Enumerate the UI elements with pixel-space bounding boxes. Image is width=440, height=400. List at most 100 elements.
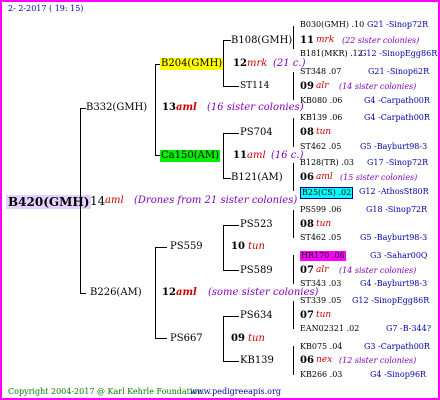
gen4-origin: G21 -Sinop62R (368, 67, 430, 76)
connector (293, 118, 294, 147)
gen2-queen[interactable]: Ca150(AM) (160, 150, 220, 162)
gen3-code: alr (316, 265, 329, 275)
connector (293, 163, 294, 191)
gen1-code: aml (176, 287, 197, 298)
gen4-drone[interactable]: KB139 .06 (300, 114, 342, 122)
gen1-code: aml (176, 102, 197, 113)
gen3-queen[interactable]: PS589 (240, 266, 273, 276)
gen1-desc: (16 sister colonies) (207, 102, 304, 113)
root-queen[interactable]: B420(GMH) (6, 195, 92, 209)
connector (155, 338, 167, 339)
gen3-queen[interactable]: PS704 (240, 128, 273, 138)
gen4-origin: G18 -Sinop72R (366, 205, 428, 214)
gen3-code: tun (316, 127, 332, 137)
gen3-code: tun (316, 219, 332, 229)
connector (223, 361, 239, 362)
gen2-queen[interactable]: B204(GMH) (160, 58, 224, 70)
gen3-num: 11 (300, 35, 314, 46)
gen4-drone[interactable]: ST462 .05 (300, 143, 341, 151)
gen2-queen[interactable]: PS667 (170, 334, 203, 344)
gen3-desc: (14 sister colonies) (339, 266, 417, 275)
gen4-drone[interactable]: ST348 .07 (300, 68, 341, 76)
gen3-queen[interactable]: KB139 (240, 356, 274, 366)
gen3-desc: (14 sister colonies) (339, 82, 417, 91)
gen3-desc: (22 sister colonies) (342, 36, 420, 45)
gen4-drone[interactable]: KB075 .04 (300, 343, 342, 351)
root-desc: (Drones from 21 sister colonies) (134, 195, 298, 206)
gen4-drone-highlight[interactable]: B25(CS) .02 (300, 187, 354, 199)
gen4-origin: G4 -Sinop96R (370, 370, 427, 379)
gen4-origin: G5 -Bayburt98-3 (360, 142, 428, 151)
gen4-drone[interactable]: B181(MKR) .12 (300, 50, 363, 58)
connector (293, 26, 294, 49)
gen3-queen[interactable]: ST114 (240, 82, 269, 91)
gen3-num: 06 (300, 172, 314, 183)
gen3-queen[interactable]: B108(GMH) (231, 36, 292, 46)
connector (80, 108, 81, 294)
gen4-drone-highlight[interactable]: HR170 .06 (300, 251, 346, 261)
gen4-origin: G4 -Bayburt98-3 (360, 279, 428, 288)
gen4-origin: G3 -Carpath00R (364, 342, 430, 351)
gen1-num: 12 (162, 287, 176, 298)
connector (223, 40, 231, 41)
gen3-queen[interactable]: PS634 (240, 311, 273, 321)
gen2-code: mrk (247, 58, 268, 69)
gen4-drone[interactable]: B030(GMH) .10 (300, 21, 364, 29)
gen3-num: 09 (300, 81, 314, 92)
connector (223, 225, 224, 271)
gen4-drone[interactable]: KB080 .06 (300, 97, 342, 105)
gen4-origin: G4 -Carpath00R (364, 96, 430, 105)
connector (223, 178, 231, 179)
gen3-code: tun (316, 310, 332, 320)
gen3-num: 06 (300, 355, 314, 366)
connector (223, 40, 224, 87)
gen3-desc: (12 sister colonies) (339, 356, 417, 365)
gen2-num: 12 (233, 58, 247, 69)
connector (293, 346, 294, 375)
gen3-num: 08 (300, 127, 314, 138)
connector (293, 210, 294, 238)
gen4-origin: G5 -Bayburt98-3 (360, 233, 428, 242)
gen3-code: nex (316, 355, 333, 365)
gen1-queen[interactable]: B332(GMH) (86, 103, 147, 113)
connector (223, 133, 239, 134)
gen4-drone[interactable]: ST462 .05 (300, 234, 341, 242)
gen4-drone[interactable]: KB266 .03 (300, 371, 342, 379)
gen3-num: 07 (300, 310, 314, 321)
gen4-drone[interactable]: ST343 .03 (300, 280, 341, 288)
connector (80, 293, 86, 294)
gen2-num: 10 (231, 241, 245, 252)
gen4-origin: G4 -Carpath00R (364, 113, 430, 122)
footer-link[interactable]: www.pedigreeapis.org (190, 388, 281, 396)
connector (155, 247, 156, 339)
gen1-queen[interactable]: B226(AM) (90, 288, 142, 298)
gen2-code: tun (248, 333, 265, 344)
connector (223, 86, 239, 87)
gen4-origin: G12 -SinopEgg86R (352, 296, 430, 305)
gen4-drone[interactable]: B128(TR) .03 (300, 159, 354, 167)
gen3-desc: (15 sister colonies) (340, 173, 418, 182)
gen4-drone[interactable]: ST339 .05 (300, 297, 341, 305)
gen4-drone[interactable]: PS599 .06 (300, 206, 341, 214)
gen4-origin: G7 -B-344? (386, 324, 432, 333)
gen3-queen[interactable]: B121(AM) (231, 173, 283, 183)
connector (223, 133, 224, 179)
gen4-drone[interactable]: EAN02321 .02 (300, 325, 359, 333)
gen3-code: alr (316, 81, 329, 91)
gen2-queen[interactable]: PS559 (170, 242, 203, 252)
gen3-queen[interactable]: PS523 (240, 220, 273, 230)
connector (293, 255, 294, 284)
root-num: 14 (90, 194, 106, 208)
gen4-origin: G12 -SinopEgg86R (360, 49, 438, 58)
gen2-code: tun (248, 241, 265, 252)
gen2-desc: (16 c.) (271, 150, 304, 161)
gen2-code: aml (247, 150, 266, 161)
gen4-origin: G3 -Sahar00Q (370, 251, 428, 260)
gen2-num: 09 (231, 333, 245, 344)
connector (223, 225, 239, 226)
gen1-num: 13 (162, 102, 176, 113)
root-code: aml (105, 195, 124, 206)
connector (223, 316, 224, 362)
gen2-num: 11 (233, 150, 247, 161)
footer-copyright: Copyright 2004-2017 @ Karl Kehrle Founda… (8, 387, 205, 396)
